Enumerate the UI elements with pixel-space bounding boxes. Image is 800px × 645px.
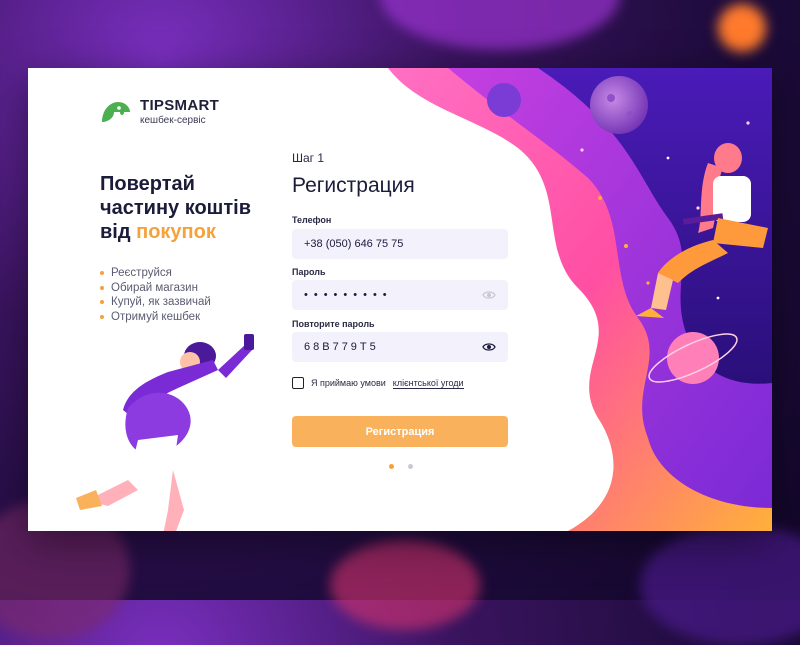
eye-icon[interactable] [482, 342, 496, 352]
step-label: Шаг 1 [292, 151, 325, 165]
password-field[interactable]: ••••••••• [292, 280, 508, 310]
phone-label: Телефон [292, 215, 332, 225]
steps-list: Реєструйся Обирай магазин Купуй, як зазв… [100, 266, 211, 324]
bullet-icon [100, 271, 104, 276]
pagination-dot-active[interactable] [389, 464, 394, 469]
list-item: Купуй, як зазвичай [100, 295, 211, 310]
background-orb [640, 525, 800, 645]
list-item: Реєструйся [100, 266, 211, 281]
eye-icon[interactable] [482, 290, 496, 300]
register-button[interactable]: Регистрация [292, 416, 508, 447]
bullet-icon [100, 300, 104, 305]
confirm-password-value: 68B779T5 [304, 341, 379, 353]
flying-girl-illustration [76, 334, 254, 531]
password-value: ••••••••• [304, 289, 393, 301]
tipsmart-logo-icon [102, 102, 130, 122]
brand-logo[interactable]: TIPSMART кешбек-сервіс [100, 98, 219, 126]
hero-line-3-prefix: від [100, 221, 131, 243]
bullet-icon [100, 314, 104, 319]
background-orb [718, 4, 766, 52]
pagination-dots [389, 464, 413, 469]
hero-line-2: частину коштів [100, 197, 251, 219]
terms-link[interactable]: клієнтської угоди [392, 378, 464, 389]
terms-text: Я приймаю умови [311, 378, 386, 388]
brand-name: TIPSMART [140, 97, 220, 114]
confirm-password-field[interactable]: 68B779T5 [292, 332, 508, 362]
bullet-icon [100, 285, 104, 290]
background-orb [380, 0, 620, 50]
background-orb [330, 540, 480, 630]
registration-card: TIPSMART кешбек-сервіс Повертай частину … [28, 68, 772, 531]
hero-headline: Повертай частину коштів від покупок [100, 172, 251, 244]
hero-line-3-accent: покупок [136, 221, 216, 243]
terms-checkbox[interactable] [292, 377, 304, 389]
phone-value: +38 (050) 646 75 75 [304, 238, 404, 250]
list-item: Обирай магазин [100, 281, 211, 296]
password-label: Пароль [292, 267, 326, 277]
form-title: Регистрация [292, 174, 415, 197]
list-item: Отримуй кешбек [100, 310, 211, 325]
phone-field[interactable]: +38 (050) 646 75 75 [292, 229, 508, 259]
confirm-password-label: Повторите пароль [292, 319, 375, 329]
brand-tagline: кешбек-сервіс [140, 115, 206, 126]
pagination-dot[interactable] [408, 464, 413, 469]
terms-agreement: Я приймаю умови клієнтської угоди [292, 377, 464, 389]
hero-line-1: Повертай [100, 173, 195, 195]
